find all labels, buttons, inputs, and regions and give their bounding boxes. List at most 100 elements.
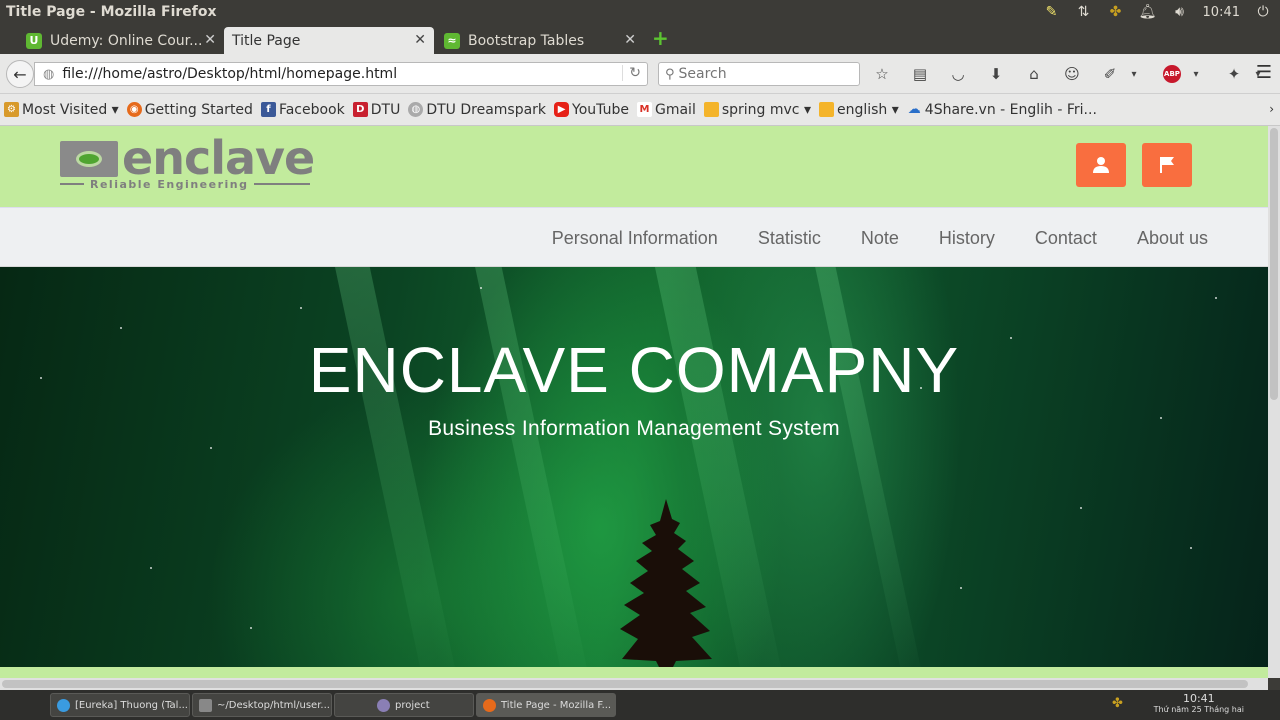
task-firefox[interactable]: Title Page - Mozilla F... — [476, 693, 616, 717]
reading-list-icon[interactable]: ▤ — [908, 62, 932, 86]
tab-label: Udemy: Online Cour... — [50, 32, 203, 49]
bookmark-4share[interactable]: ☁ 4Share.vn - Englih - Fri... — [907, 102, 1097, 118]
bookmark-label: DTU — [370, 101, 401, 118]
bookmark-star-icon[interactable]: ☆ — [870, 62, 894, 86]
task-label: Title Page - Mozilla F... — [501, 699, 612, 711]
globe-icon: ◍ — [43, 66, 55, 82]
bookmark-spring-mvc[interactable]: spring mvc ▾ — [703, 101, 811, 118]
download-arrow-icon[interactable]: ⬇ — [984, 62, 1008, 86]
task-eureka[interactable]: [Eureka] Thuong (Tal... — [50, 693, 190, 717]
bookmark-dtu[interactable]: D DTU — [352, 101, 401, 118]
tab-label: Title Page — [232, 32, 301, 49]
eyedropper-icon[interactable]: ✐ — [1098, 62, 1122, 86]
enclave-logo[interactable]: enclave Reliable Engineering — [60, 131, 315, 191]
nav-history[interactable]: History — [939, 228, 995, 249]
user-button[interactable] — [1076, 143, 1126, 187]
chevron-down-icon[interactable]: ▾ — [1184, 62, 1208, 86]
bookmark-label: Most Visited ▾ — [22, 101, 119, 118]
tab-bootstrap-tables[interactable]: ≈ Bootstrap Tables ✕ — [436, 27, 644, 54]
nav-about-us[interactable]: About us — [1137, 228, 1208, 249]
firefox-icon — [483, 698, 496, 712]
user-icon — [1093, 157, 1109, 173]
indicator-area: ✎ ⇅ ✤ 🔔︎ 🔊︎ 10:41 ⏻ — [1043, 0, 1280, 24]
bookmark-getting-started[interactable]: ◉ Getting Started — [126, 101, 253, 118]
bookmark-label: Gmail — [654, 101, 696, 118]
network-icon[interactable]: ⇅ — [1075, 3, 1093, 21]
vertical-scrollbar[interactable] — [1268, 126, 1280, 678]
folder-icon — [818, 102, 834, 117]
extension-icon[interactable]: ✦ — [1222, 62, 1246, 86]
tab-udemy[interactable]: U Udemy: Online Cour... ✕ — [18, 27, 224, 54]
dtu-icon: D — [352, 102, 368, 117]
horizontal-scrollbar[interactable] — [0, 678, 1268, 690]
url-text[interactable]: file:///home/astro/Desktop/html/homepage… — [62, 66, 397, 82]
bookmark-youtube[interactable]: ▶ YouTube — [554, 102, 629, 118]
close-icon[interactable]: ✕ — [624, 32, 636, 48]
adblock-icon[interactable]: ABP — [1160, 62, 1184, 86]
bookmark-label: Facebook — [278, 101, 345, 118]
chevron-right-icon[interactable]: › — [1269, 102, 1274, 116]
hamburger-menu-icon[interactable]: ☰ — [1256, 62, 1272, 83]
close-icon[interactable]: ✕ — [414, 32, 426, 48]
bookmark-dtu-dreamspark[interactable]: ◍ DTU Dreamspark — [408, 102, 546, 118]
chat-icon[interactable]: ☺ — [1060, 62, 1084, 86]
search-input[interactable] — [678, 66, 849, 82]
folder-icon — [703, 102, 719, 117]
back-arrow-icon[interactable]: ← — [6, 60, 34, 88]
bookmark-english[interactable]: english ▾ — [818, 101, 899, 118]
bookmark-label: english ▾ — [836, 101, 899, 118]
site-header: enclave Reliable Engineering — [0, 126, 1268, 207]
bookmark-label: spring mvc ▾ — [721, 101, 811, 118]
task-terminal[interactable]: ~/Desktop/html/user... — [192, 693, 332, 717]
home-icon[interactable]: ⌂ — [1022, 62, 1046, 86]
nav-note[interactable]: Note — [861, 228, 899, 249]
new-tab-plus-icon[interactable]: + — [652, 26, 669, 50]
bookmark-label: YouTube — [572, 101, 629, 118]
close-icon[interactable]: ✕ — [204, 32, 216, 48]
folder-icon — [377, 698, 390, 712]
bookmark-most-visited[interactable]: ⚙ Most Visited ▾ — [4, 102, 119, 118]
bookmark-gmail[interactable]: M Gmail — [636, 101, 696, 118]
taskbar-clock[interactable]: 10:41 Thứ năm 25 Tháng hai — [1154, 692, 1244, 714]
tab-label: Bootstrap Tables — [468, 32, 585, 49]
reload-icon[interactable]: ↻ — [622, 65, 641, 81]
panel-clock[interactable]: 10:41 — [1203, 5, 1240, 20]
nav-statistic[interactable]: Statistic — [758, 228, 821, 249]
tray-apps-icon[interactable]: ✤ — [1112, 696, 1123, 711]
logo-tagline-text: Reliable Engineering — [90, 177, 249, 191]
gear-folder-icon: ⚙ — [4, 102, 19, 117]
task-label: [Eureka] Thuong (Tal... — [75, 699, 188, 711]
search-icon: ⚲ — [665, 66, 675, 82]
tab-title-page[interactable]: Title Page ✕ — [224, 27, 434, 54]
pocket-icon[interactable]: ◡ — [946, 62, 970, 86]
mail-bell-icon[interactable]: 🔔︎ — [1139, 3, 1157, 21]
facebook-icon: f — [260, 102, 276, 117]
search-bar[interactable]: ⚲ — [658, 62, 860, 86]
taskbar: [Eureka] Thuong (Tal... ~/Desktop/html/u… — [0, 690, 1280, 720]
nav-personal-information[interactable]: Personal Information — [552, 228, 718, 249]
bookmark-facebook[interactable]: f Facebook — [260, 101, 345, 118]
page-viewport: enclave Reliable Engineering Personal In… — [0, 126, 1268, 678]
nav-contact[interactable]: Contact — [1035, 228, 1097, 249]
hero-title: ENCLAVE COMAPNY — [308, 334, 960, 406]
navigation-toolbar: ← ◍ file:///home/astro/Desktop/html/home… — [0, 54, 1280, 94]
gmail-icon: M — [636, 102, 652, 117]
url-bar[interactable]: ◍ file:///home/astro/Desktop/html/homepa… — [34, 62, 648, 86]
clock-date: Thứ năm 25 Tháng hai — [1153, 705, 1244, 714]
task-label: project — [395, 699, 430, 711]
hero-subtitle: Business Information Management System — [428, 417, 840, 440]
chevron-down-icon[interactable]: ▾ — [1122, 62, 1146, 86]
task-project[interactable]: project — [334, 693, 474, 717]
bookmark-label: DTU Dreamspark — [426, 101, 547, 118]
chat-app-icon — [57, 698, 70, 712]
terminal-icon — [199, 698, 212, 712]
globe-icon: ◍ — [408, 102, 424, 117]
bookmark-label: Getting Started — [144, 101, 253, 118]
volume-icon[interactable]: 🔊︎ — [1171, 3, 1189, 21]
hero-banner: ENCLAVE COMAPNY Business Information Man… — [0, 267, 1268, 667]
clock-time: 10:41 — [1182, 692, 1215, 705]
notes-icon[interactable]: ✎ — [1043, 3, 1061, 21]
flag-button[interactable] — [1142, 143, 1192, 187]
apps-indicator-icon[interactable]: ✤ — [1107, 3, 1125, 21]
power-icon[interactable]: ⏻ — [1254, 3, 1272, 21]
